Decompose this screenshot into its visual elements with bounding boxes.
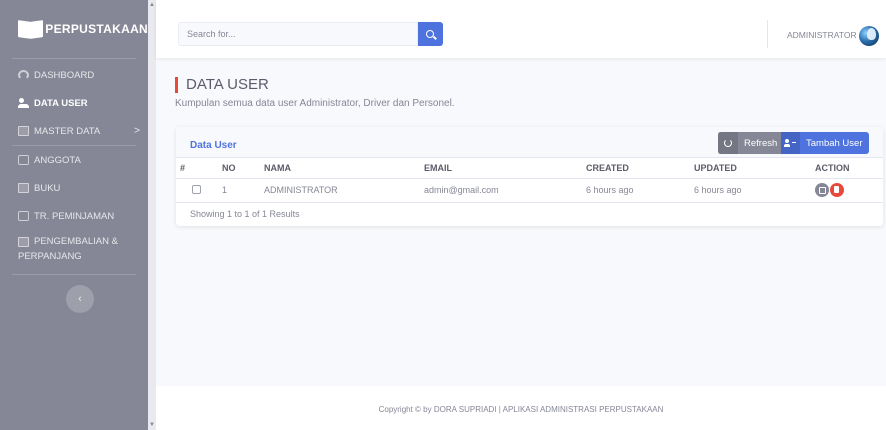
refresh-icon: [724, 139, 732, 147]
sidebar-item-label: MASTER DATA: [34, 125, 101, 137]
col-header-updated[interactable]: UPDATED: [694, 158, 803, 179]
cell-action: [803, 178, 883, 203]
search-icon: [426, 29, 434, 38]
refresh-label: Refresh: [744, 137, 778, 149]
sidebar-item-pengembalian[interactable]: PENGEMBALIAN & PERPANJANG: [0, 230, 148, 268]
sidebar-item-dashboard[interactable]: DASHBOARD: [0, 61, 148, 89]
sidebar-item-anggota[interactable]: ANGGOTA: [0, 146, 148, 174]
brand[interactable]: PERPUSTAKAAN: [0, 0, 148, 58]
topbar-divider: [767, 20, 768, 48]
sidebar-divider: [12, 274, 136, 275]
table-row[interactable]: 1 ADMINISTRATOR admin@gmail.com 6 hours …: [176, 178, 883, 203]
cell-created: 6 hours ago: [586, 178, 694, 203]
cell-nama: ADMINISTRATOR: [264, 178, 424, 203]
refresh-icon-wrap: [718, 132, 738, 154]
sidebar-item-label: ANGGOTA: [34, 154, 81, 166]
add-user-label: Tambah User: [806, 137, 863, 149]
exchange-icon: [18, 211, 29, 221]
sidebar-item-buku[interactable]: BUKU: [0, 174, 148, 202]
refresh-button[interactable]: Refresh: [718, 132, 781, 154]
col-header-action: ACTION: [803, 158, 883, 179]
sidebar: PERPUSTAKAAN DASHBOARD DATA USER MASTER …: [0, 0, 148, 430]
sidebar-item-label-line2: PERPANJANG: [18, 251, 82, 262]
sidebar-item-label: DATA USER: [34, 97, 88, 109]
sidebar-scrollbar[interactable]: ▲ ▼: [148, 0, 156, 430]
cell-email: admin@gmail.com: [424, 178, 586, 203]
sidebar-item-data-user[interactable]: DATA USER: [0, 89, 148, 117]
page-heading: DATA USER: [175, 76, 269, 93]
search-button[interactable]: [418, 22, 443, 46]
card-title: Data User: [190, 140, 237, 151]
sidebar-item-label: PENGEMBALIAN &: [34, 236, 118, 247]
topbar: ADMINISTRATOR: [156, 0, 886, 58]
edit-icon[interactable]: [815, 183, 829, 197]
row-checkbox[interactable]: [192, 184, 201, 194]
col-header-email[interactable]: EMAIL: [424, 158, 586, 179]
delete-icon[interactable]: [830, 183, 844, 197]
scroll-up-icon[interactable]: ▲: [149, 2, 155, 8]
sidebar-item-label: BUKU: [34, 182, 61, 194]
footer: Copyright © by DORA SUPRIADI | APLIKASI …: [156, 386, 886, 430]
dashboard-icon: [18, 70, 29, 80]
search-input[interactable]: [178, 22, 418, 46]
cell-no: 1: [204, 178, 264, 203]
book-icon: [18, 183, 29, 193]
card-header: Data User Refresh Tambah User: [176, 127, 883, 158]
footer-copyright: Copyright © by DORA SUPRIADI | APLIKASI …: [378, 405, 664, 414]
row-checkbox-cell: [176, 178, 204, 203]
chevron-right-icon: >: [134, 125, 140, 137]
book-open-icon: [18, 19, 43, 39]
sidebar-item-label: DASHBOARD: [34, 69, 95, 81]
box-icon: [18, 126, 29, 136]
page-title: DATA USER: [186, 76, 269, 93]
id-card-icon: [18, 155, 29, 165]
cell-updated: 6 hours ago: [694, 178, 803, 203]
scroll-down-icon[interactable]: ▼: [149, 422, 155, 428]
brand-name: PERPUSTAKAAN: [45, 22, 148, 36]
sidebar-toggle-button[interactable]: ‹: [66, 285, 94, 313]
user-plus-icon: [784, 138, 796, 148]
user-name[interactable]: ADMINISTRATOR: [787, 30, 857, 40]
search-form: [178, 22, 443, 46]
chevron-left-icon: ‹: [78, 293, 82, 305]
col-header-created[interactable]: CREATED: [586, 158, 694, 179]
page-subtitle: Kumpulan semua data user Administrator, …: [175, 98, 455, 109]
col-header-nama[interactable]: NAMA: [264, 158, 424, 179]
sidebar-item-tr-peminjaman[interactable]: TR. PEMINJAMAN: [0, 202, 148, 230]
heading-accent-bar: [175, 76, 178, 93]
data-user-card: Data User Refresh Tambah User # NO NAMA …: [176, 127, 883, 226]
col-header-hash[interactable]: #: [176, 158, 204, 179]
avatar[interactable]: [859, 26, 879, 46]
return-icon: [18, 236, 29, 247]
sidebar-item-master-data[interactable]: MASTER DATA >: [0, 117, 148, 145]
sidebar-item-label: TR. PEMINJAMAN: [34, 210, 115, 222]
add-user-button[interactable]: Tambah User: [781, 132, 869, 154]
user-plus-icon-wrap: [781, 132, 800, 154]
users-icon: [18, 98, 29, 108]
user-table: # NO NAMA EMAIL CREATED UPDATED ACTION 1…: [176, 158, 883, 203]
col-header-no[interactable]: NO: [204, 158, 264, 179]
sidebar-divider: [12, 58, 136, 59]
table-header-row: # NO NAMA EMAIL CREATED UPDATED ACTION: [176, 158, 883, 179]
table-summary: Showing 1 to 1 of 1 Results: [190, 208, 300, 219]
